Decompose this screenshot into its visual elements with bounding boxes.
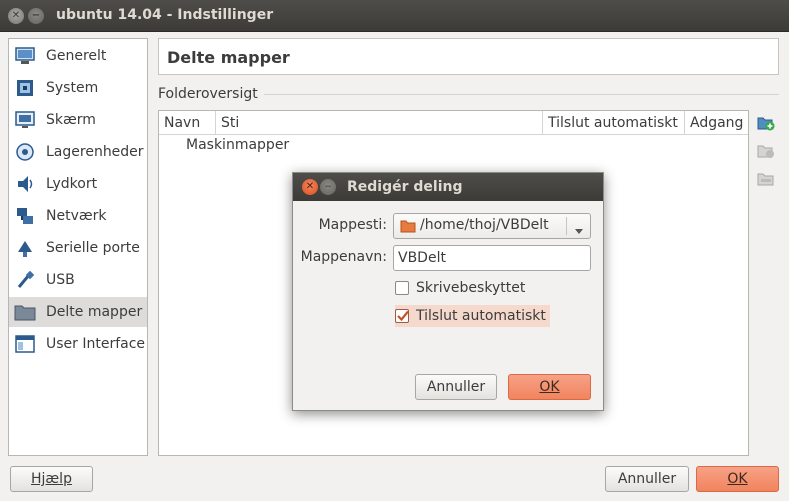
computer-icon	[14, 45, 36, 67]
readonly-checkbox[interactable]	[395, 281, 409, 295]
remove-folder-icon[interactable]	[757, 170, 775, 188]
shared-folder-icon	[14, 301, 36, 323]
sidebar-item-label: USB	[46, 272, 75, 288]
serial-port-icon	[14, 237, 36, 259]
sidebar-item-label: Lagerenheder	[46, 144, 144, 160]
folder-path-combo[interactable]: /home/thoj/VBDelt	[393, 213, 591, 239]
sidebar-item-label: Skærm	[46, 112, 96, 128]
sidebar-item-user-interface[interactable]: User Interface	[9, 329, 147, 359]
add-folder-icon[interactable]	[757, 114, 775, 132]
sidebar-item-label: Netværk	[46, 208, 107, 224]
help-button[interactable]: Hjælp	[10, 466, 93, 492]
automount-label: Tilslut automatiskt	[416, 308, 546, 324]
chevron-down-icon[interactable]	[574, 223, 584, 239]
sidebar-item-serielle-porte[interactable]: Serielle porte	[9, 233, 147, 263]
automount-checkbox-row[interactable]: Tilslut automatiskt	[395, 305, 550, 327]
section-divider	[264, 94, 779, 95]
folder-list-label: Folderoversigt	[158, 86, 258, 102]
sidebar-item-generelt[interactable]: Generelt	[9, 41, 147, 71]
edit-share-dialog: ✕ − Redigér deling Mappesti: /home/thoj/…	[292, 172, 604, 411]
dialog-ok-button[interactable]: OK	[508, 374, 591, 400]
dialog-ok-label: OK	[539, 379, 560, 395]
cancel-button[interactable]: Annuller	[605, 466, 689, 492]
dialog-titlebar: ✕ − Redigér deling	[293, 173, 603, 201]
folder-name-field[interactable]	[393, 245, 591, 271]
column-header-automount[interactable]: Tilslut automatiskt	[543, 111, 685, 135]
automount-checkbox[interactable]	[395, 309, 409, 323]
sidebar-item-label: Lydkort	[46, 176, 98, 192]
window-title: ubuntu 14.04 - Indstillinger	[56, 7, 274, 23]
sidebar-item-netvaerk[interactable]: Netværk	[9, 201, 147, 231]
column-header-sti[interactable]: Sti	[216, 111, 543, 135]
dialog-minimize-button[interactable]: −	[320, 179, 336, 195]
user-interface-icon	[14, 333, 36, 355]
sidebar-item-label: System	[46, 80, 99, 96]
folder-name-label: Mappenavn:	[300, 249, 387, 265]
sidebar-item-system[interactable]: System	[9, 73, 147, 103]
column-header-adgang[interactable]: Adgang	[685, 111, 748, 135]
ok-button[interactable]: OK	[696, 466, 779, 492]
sidebar-item-skaerm[interactable]: Skærm	[9, 105, 147, 135]
dialog-cancel-button[interactable]: Annuller	[415, 374, 497, 400]
settings-sidebar: Generelt System Skærm Lagerenheder Lydko…	[8, 38, 148, 456]
page-title: Delte mapper	[167, 48, 290, 67]
readonly-label: Skrivebeskyttet	[416, 280, 526, 296]
chip-icon	[14, 77, 36, 99]
window-close-button[interactable]: ✕	[8, 8, 24, 24]
window-titlebar: ✕ − ubuntu 14.04 - Indstillinger	[0, 0, 789, 32]
checkmark-icon	[397, 310, 409, 322]
sidebar-item-delte-mapper[interactable]: Delte mapper	[9, 297, 147, 327]
network-icon	[14, 205, 36, 227]
sidebar-item-usb[interactable]: USB	[9, 265, 147, 295]
dialog-cancel-label: Annuller	[426, 379, 486, 395]
sidebar-item-label: Generelt	[46, 48, 107, 64]
dialog-close-button[interactable]: ✕	[302, 179, 318, 195]
folder-icon	[400, 219, 416, 237]
help-label: Hjælp	[31, 471, 72, 487]
sidebar-item-label: Delte mapper	[46, 304, 143, 320]
sidebar-item-label: User Interface	[46, 336, 146, 352]
usb-icon	[14, 269, 36, 291]
ok-label: OK	[727, 471, 748, 487]
cancel-label: Annuller	[617, 471, 677, 487]
edit-folder-icon[interactable]	[757, 142, 775, 160]
readonly-checkbox-row[interactable]: Skrivebeskyttet	[395, 277, 525, 299]
dialog-title: Redigér deling	[347, 179, 463, 195]
storage-icon	[14, 141, 36, 163]
page-header: Delte mapper	[158, 38, 779, 75]
sidebar-item-label: Serielle porte	[46, 240, 140, 256]
folder-path-value: /home/thoj/VBDelt	[420, 217, 549, 233]
speaker-icon	[14, 173, 36, 195]
table-row[interactable]: Maskinmapper	[186, 137, 289, 153]
combo-separator	[566, 217, 567, 235]
folder-path-label: Mappesti:	[318, 217, 387, 233]
column-header-navn[interactable]: Navn	[159, 111, 216, 135]
window-minimize-button[interactable]: −	[28, 8, 44, 24]
monitor-icon	[14, 109, 36, 131]
sidebar-item-lagerenheder[interactable]: Lagerenheder	[9, 137, 147, 167]
sidebar-item-lydkort[interactable]: Lydkort	[9, 169, 147, 199]
